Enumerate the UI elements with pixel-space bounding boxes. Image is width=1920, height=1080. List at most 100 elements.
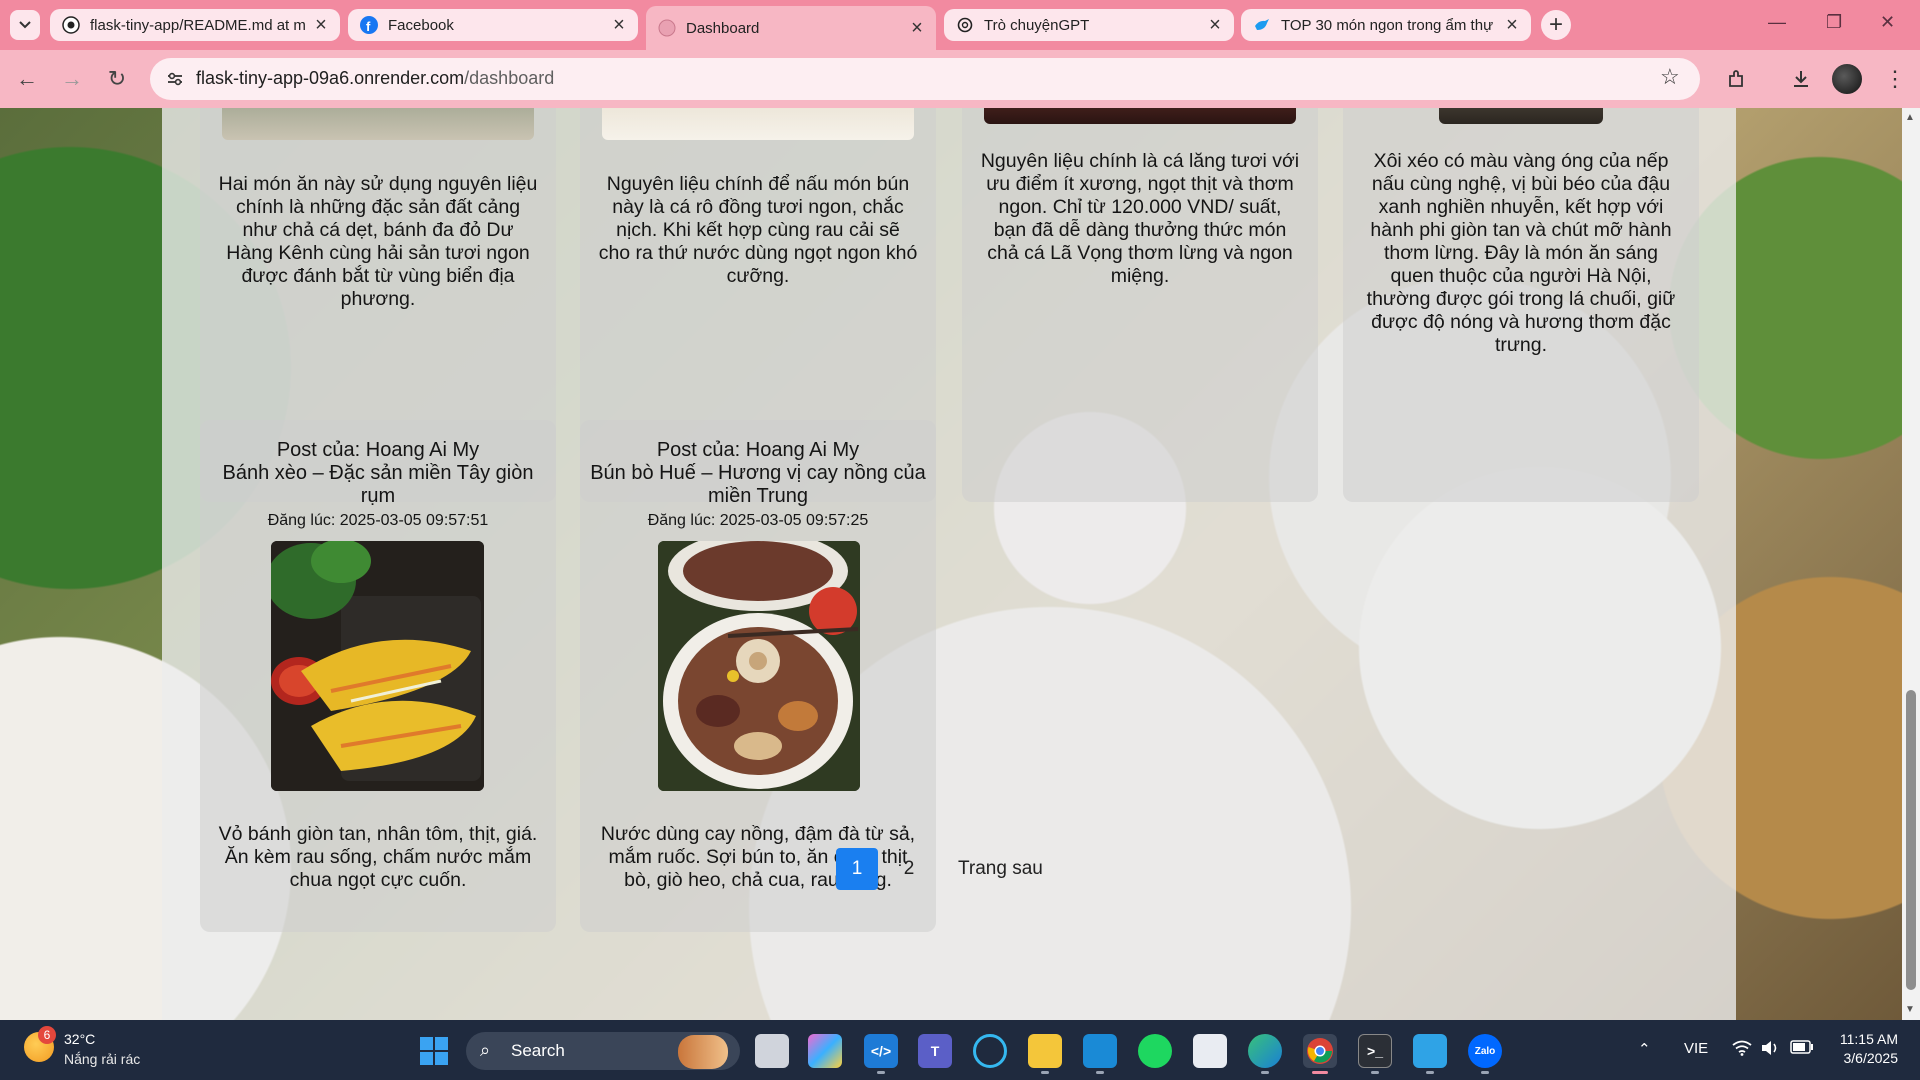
tab-title: Trò chuyệnGPT bbox=[984, 16, 1090, 34]
post-image bbox=[984, 108, 1296, 124]
task-view-icon[interactable] bbox=[755, 1034, 789, 1068]
search-label: Search bbox=[511, 1041, 565, 1060]
post-image bbox=[222, 108, 534, 140]
post-description: Nguyên liệu chính là cá lăng tươi với ưu… bbox=[980, 150, 1300, 287]
restore-icon[interactable]: ❐ bbox=[1826, 12, 1842, 33]
remote-desktop-icon[interactable] bbox=[1083, 1034, 1117, 1068]
post-header: Post của: Hoang Ai My Bánh xèo – Đặc sản… bbox=[208, 439, 548, 531]
post-date: Đăng lúc: 2025-03-05 09:57:25 bbox=[647, 512, 869, 529]
edge-icon[interactable] bbox=[1248, 1034, 1282, 1068]
language-indicator[interactable]: VIE bbox=[1684, 1040, 1708, 1057]
running-indicator bbox=[1371, 1071, 1379, 1074]
tab-top30[interactable]: TOP 30 món ngon trong ẩm thự × bbox=[1241, 9, 1531, 41]
show-hidden-icons-chevron-icon[interactable]: ⌃ bbox=[1638, 1040, 1651, 1058]
running-indicator bbox=[1041, 1071, 1049, 1074]
close-icon[interactable]: × bbox=[310, 14, 332, 36]
search-highlight-icon bbox=[678, 1035, 728, 1069]
scroll-up-arrow-icon[interactable]: ▲ bbox=[1905, 112, 1915, 123]
battery-icon[interactable] bbox=[1790, 1040, 1814, 1058]
vscode-icon[interactable]: </> bbox=[864, 1034, 898, 1068]
weather-description[interactable]: Nắng rải rác bbox=[64, 1051, 140, 1067]
github-icon bbox=[62, 16, 80, 34]
bird-icon bbox=[1253, 16, 1271, 34]
close-icon[interactable]: × bbox=[1204, 14, 1226, 36]
post-description: Vỏ bánh giòn tan, nhân tôm, thịt, giá. Ă… bbox=[218, 823, 538, 891]
teams-icon[interactable]: T bbox=[918, 1034, 952, 1068]
banh-xeo-image bbox=[271, 541, 484, 791]
url-host: flask-tiny-app-09a6.onrender.com bbox=[196, 68, 465, 88]
terminal-icon[interactable]: >_ bbox=[1358, 1034, 1392, 1068]
notepad-icon[interactable] bbox=[1413, 1034, 1447, 1068]
forward-arrow-icon[interactable]: → bbox=[57, 64, 87, 94]
close-icon[interactable]: × bbox=[608, 14, 630, 36]
spotify-icon[interactable] bbox=[1138, 1034, 1172, 1068]
globe-icon bbox=[658, 19, 676, 37]
new-tab-button[interactable]: + bbox=[1541, 10, 1571, 40]
volume-icon[interactable] bbox=[1760, 1040, 1780, 1060]
post-header: Post của: Hoang Ai My Bún bò Huế – Hương… bbox=[588, 439, 928, 531]
running-indicator bbox=[1426, 1071, 1434, 1074]
svg-text:f: f bbox=[366, 19, 371, 34]
chatgpt-icon bbox=[956, 16, 974, 34]
running-indicator bbox=[1096, 1071, 1104, 1074]
search-icon: ⌕ bbox=[480, 1040, 491, 1060]
tab-chatgpt[interactable]: Trò chuyệnGPT × bbox=[944, 9, 1234, 41]
url-text[interactable]: flask-tiny-app-09a6.onrender.com/dashboa… bbox=[196, 68, 554, 89]
close-icon[interactable]: × bbox=[1501, 14, 1523, 36]
post-description: Nguyên liệu chính để nấu món bún này là … bbox=[598, 173, 918, 287]
taskbar bbox=[0, 1020, 1920, 1080]
post-title: Bánh xèo – Đặc sản miền Tây giòn rụm bbox=[222, 462, 534, 507]
tab-dashboard[interactable]: Dashboard × bbox=[646, 6, 936, 50]
scrollbar-thumb[interactable] bbox=[1906, 690, 1916, 990]
running-indicator bbox=[877, 1071, 885, 1074]
clock[interactable]: 11:15 AM 3/6/2025 bbox=[1828, 1031, 1898, 1066]
post-author: Post của: Hoang Ai My bbox=[656, 439, 860, 461]
post-image bbox=[271, 541, 484, 791]
close-icon[interactable]: × bbox=[906, 17, 928, 39]
chrome-icon-bg[interactable] bbox=[1303, 1034, 1337, 1068]
post-image bbox=[658, 541, 860, 791]
url-path: /dashboard bbox=[464, 68, 555, 88]
clock-date: 3/6/2025 bbox=[1843, 1050, 1899, 1066]
next-page-link[interactable]: Trang sau bbox=[958, 858, 1043, 880]
profile-avatar[interactable] bbox=[1830, 62, 1864, 96]
scroll-down-arrow-icon[interactable]: ▼ bbox=[1905, 1004, 1915, 1015]
windows-start-icon[interactable] bbox=[420, 1037, 448, 1065]
more-menu-icon[interactable]: ⋮ bbox=[1880, 64, 1910, 94]
zalo-icon[interactable]: Zalo bbox=[1468, 1034, 1502, 1068]
minimize-icon[interactable]: — bbox=[1768, 12, 1786, 33]
post-description: Hai món ăn này sử dụng nguyên liệu chính… bbox=[218, 173, 538, 310]
page-1-button[interactable]: 1 bbox=[836, 848, 878, 890]
page-2-button[interactable]: 2 bbox=[888, 848, 930, 890]
chrome-icon bbox=[1307, 1038, 1333, 1064]
back-arrow-icon[interactable]: ← bbox=[12, 64, 42, 94]
weather-temperature[interactable]: 32°C bbox=[64, 1031, 95, 1047]
file-explorer-icon[interactable] bbox=[1028, 1034, 1062, 1068]
wifi-icon[interactable] bbox=[1732, 1040, 1752, 1060]
post-description: Xôi xéo có màu vàng óng của nếp nấu cùng… bbox=[1366, 150, 1676, 356]
extensions-icon[interactable] bbox=[1722, 64, 1752, 94]
chevron-down-icon bbox=[19, 21, 31, 29]
running-indicator bbox=[1481, 1071, 1489, 1074]
tab-facebook[interactable]: f Facebook × bbox=[348, 9, 638, 41]
dashboard-page: Hai món ăn này sử dụng nguyên liệu chính… bbox=[0, 108, 1902, 1020]
post-image bbox=[602, 108, 914, 140]
close-window-icon[interactable]: ✕ bbox=[1880, 12, 1895, 33]
download-icon[interactable] bbox=[1786, 64, 1816, 94]
post-author: Post của: Hoang Ai My bbox=[276, 439, 480, 461]
tab-title: flask-tiny-app/README.md at m bbox=[90, 16, 306, 34]
clock-time: 11:15 AM bbox=[1839, 1031, 1898, 1047]
bookmark-star-icon[interactable]: ☆ bbox=[1660, 64, 1680, 90]
tab-title: Facebook bbox=[388, 16, 454, 34]
copilot-icon[interactable] bbox=[808, 1034, 842, 1068]
cortana-icon[interactable] bbox=[973, 1034, 1007, 1068]
microsoft-store-icon[interactable] bbox=[1193, 1034, 1227, 1068]
reload-icon[interactable]: ↻ bbox=[102, 64, 132, 94]
bun-bo-hue-image bbox=[658, 541, 860, 791]
tab-search-button[interactable] bbox=[10, 10, 40, 40]
weather-badge: 6 bbox=[38, 1026, 56, 1044]
post-date: Đăng lúc: 2025-03-05 09:57:51 bbox=[267, 512, 489, 529]
facebook-icon: f bbox=[360, 16, 378, 34]
site-settings-icon[interactable] bbox=[162, 66, 188, 92]
tab-readme[interactable]: flask-tiny-app/README.md at m × bbox=[50, 9, 340, 41]
